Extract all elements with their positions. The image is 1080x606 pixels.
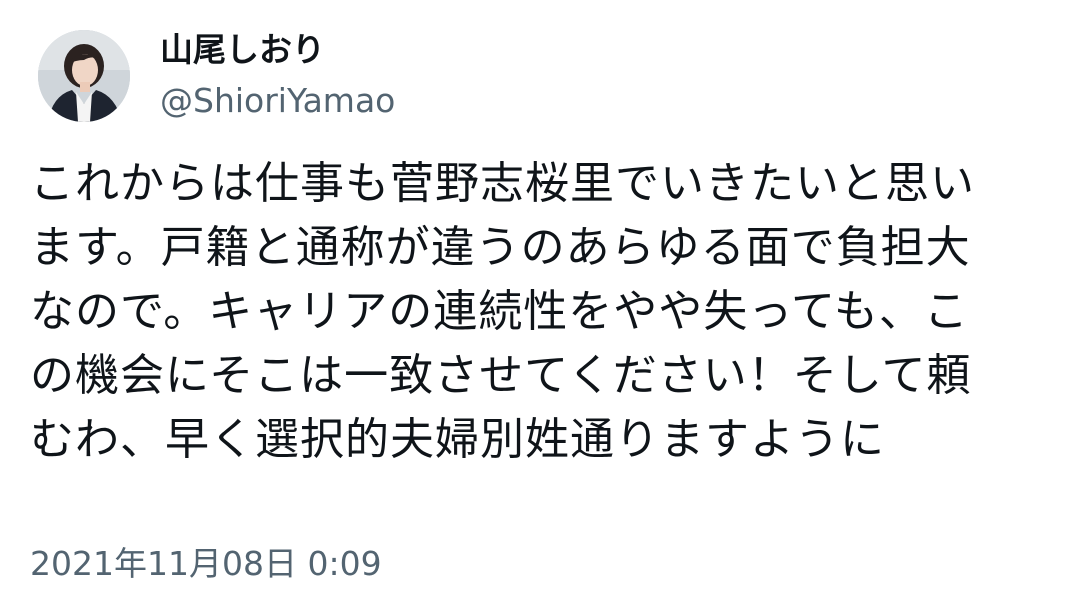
tweet-card: 山尾しおり @ShioriYamao これからは仕事も菅野志桜里でいきたいと思い… bbox=[0, 0, 1080, 606]
tweet-text: これからは仕事も菅野志桜里でいきたいと思い ます。戸籍と通称が違うのあらゆる面で… bbox=[30, 152, 1060, 472]
avatar[interactable] bbox=[38, 30, 130, 122]
tweet-timestamp[interactable]: 2021年11月08日 0:09 bbox=[30, 540, 382, 588]
user-handle[interactable]: @ShioriYamao bbox=[160, 79, 395, 123]
tweet-text-line: ます。戸籍と通称が違うのあらゆる面で負担大 bbox=[30, 222, 971, 273]
tweet-text-line: なので。キャリアの連続性をやや失っても、こ bbox=[30, 286, 969, 337]
author-names: 山尾しおり @ShioriYamao bbox=[160, 29, 395, 123]
display-name[interactable]: 山尾しおり bbox=[160, 29, 395, 71]
avatar-photo-icon bbox=[38, 30, 130, 122]
tweet-text-line: これからは仕事も菅野志桜里でいきたいと思い bbox=[30, 158, 975, 209]
tweet-text-line: むわ、早く選択的夫婦別姓通りますように bbox=[30, 414, 885, 465]
tweet-text-line: の機会にそこは一致させてください！そして頼 bbox=[30, 350, 972, 401]
tweet-header: 山尾しおり @ShioriYamao bbox=[38, 20, 395, 132]
